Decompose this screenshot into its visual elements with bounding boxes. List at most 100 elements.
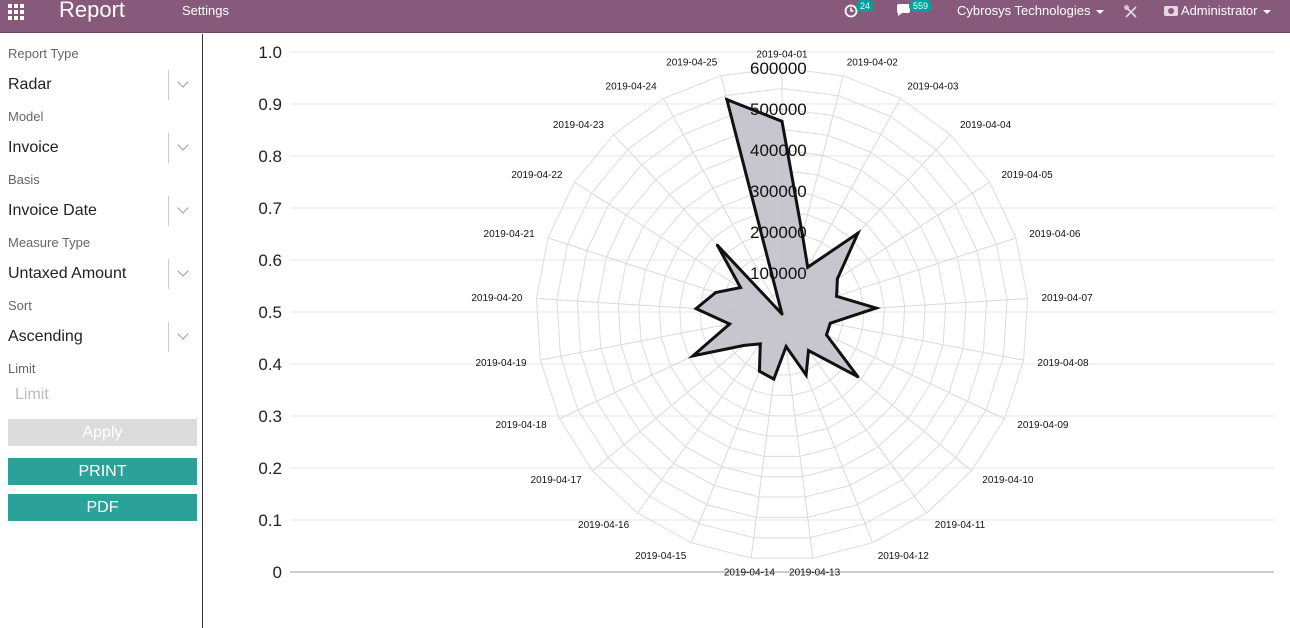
- radar-data-point: [757, 369, 761, 373]
- radial-tick-label: 200000: [750, 223, 807, 242]
- radar-data-point: [780, 312, 784, 316]
- category-label: 2019-04-08: [1037, 358, 1089, 369]
- app-brand-title[interactable]: Report: [59, 0, 125, 23]
- category-label: 2019-04-05: [1002, 170, 1054, 181]
- radar-data-point: [728, 322, 732, 326]
- user-menu[interactable]: Administrator: [1164, 3, 1284, 25]
- company-switcher[interactable]: Cybrosys Technologies: [957, 3, 1117, 25]
- measure-type-select[interactable]: Untaxed Amount: [8, 259, 195, 289]
- radar-data-point: [874, 306, 878, 310]
- apps-grid-icon[interactable]: [8, 4, 26, 20]
- category-label: 2019-04-09: [1017, 420, 1069, 431]
- sort-value: Ascending: [8, 328, 83, 345]
- activity-count-badge: 24: [856, 0, 875, 12]
- activity-button[interactable]: 24: [842, 0, 878, 22]
- category-label: 2019-04-15: [635, 551, 687, 562]
- radar-chart-svg: 0 0.1 0.2 0.3 0.4 0.5 0.6 0.7 0.8 0.9 1.0 100000 200…: [258, 43, 1274, 582]
- radar-data-point: [804, 373, 808, 377]
- category-label: 2019-04-14: [724, 567, 776, 578]
- select-divider: [168, 322, 169, 352]
- category-label: 2019-04-06: [1029, 229, 1081, 240]
- radar-data-point: [828, 321, 832, 325]
- radar-data-point: [694, 307, 698, 311]
- sort-select[interactable]: Ascending: [8, 322, 195, 352]
- chevron-down-icon: [1096, 9, 1105, 14]
- messages-button[interactable]: 559: [895, 0, 941, 22]
- radar-data-point: [714, 291, 718, 294]
- radar-data-point: [825, 333, 828, 337]
- radar-data-point: [758, 342, 762, 346]
- category-label: 2019-04-22: [511, 170, 563, 181]
- sort-label: Sort: [8, 298, 32, 313]
- category-label: 2019-04-03: [907, 82, 959, 93]
- category-label: 2019-04-01: [756, 50, 808, 61]
- category-label: 2019-04-24: [606, 82, 658, 93]
- radar-data-point: [739, 286, 742, 290]
- radar-data-point: [715, 243, 719, 247]
- report-type-label: Report Type: [8, 46, 79, 61]
- y-tick-label: 0.3: [258, 407, 282, 426]
- radar-data-point: [784, 345, 788, 348]
- category-label: 2019-04-25: [666, 58, 718, 69]
- select-divider: [168, 133, 169, 163]
- radial-tick-label: 500000: [750, 100, 807, 119]
- category-label: 2019-04-04: [960, 120, 1012, 131]
- category-label: 2019-04-02: [847, 58, 899, 69]
- print-button[interactable]: PRINT: [8, 458, 197, 485]
- radial-tick-label: 600000: [750, 59, 807, 78]
- basis-select[interactable]: Invoice Date: [8, 196, 195, 226]
- select-divider: [168, 70, 169, 100]
- measure-type-label: Measure Type: [8, 235, 91, 250]
- radar-data-point: [856, 231, 860, 235]
- radar-data-point: [742, 343, 746, 347]
- radar-data-point: [807, 349, 810, 352]
- chevron-down-icon: [177, 265, 189, 277]
- radar-data-point: [772, 377, 776, 381]
- category-label: 2019-04-21: [484, 229, 536, 240]
- y-tick-label: 0.5: [258, 303, 282, 322]
- report-type-value: Radar: [8, 76, 52, 93]
- category-label: 2019-04-10: [982, 475, 1034, 486]
- apply-button[interactable]: Apply: [8, 419, 197, 446]
- chevron-down-icon: [1263, 9, 1272, 14]
- category-label: 2019-04-19: [475, 358, 527, 369]
- model-label: Model: [8, 109, 44, 124]
- messages-count-badge: 559: [909, 0, 933, 12]
- radar-data-point: [691, 354, 695, 358]
- category-label: 2019-04-12: [878, 551, 930, 562]
- model-select[interactable]: Invoice: [8, 133, 195, 163]
- limit-label: Limit: [8, 361, 36, 376]
- model-value: Invoice: [8, 139, 59, 156]
- report-settings-sidebar: Report Type Radar Model Invoice Basis In…: [0, 34, 203, 628]
- measure-type-value: Untaxed Amount: [8, 265, 127, 282]
- select-divider: [168, 259, 169, 289]
- debug-tools-button[interactable]: [1124, 5, 1140, 27]
- select-divider: [168, 196, 169, 226]
- report-type-select[interactable]: Radar: [8, 70, 195, 100]
- radar-data-point: [725, 98, 729, 102]
- category-label: 2019-04-13: [789, 567, 841, 578]
- menu-settings[interactable]: Settings: [182, 3, 229, 18]
- pdf-button[interactable]: PDF: [8, 494, 197, 521]
- basis-value: Invoice Date: [8, 202, 97, 219]
- chevron-down-icon: [177, 139, 189, 151]
- category-label: 2019-04-07: [1042, 293, 1094, 304]
- radial-tick-label: 400000: [750, 141, 807, 160]
- y-tick-label: 0.1: [258, 511, 282, 530]
- chevron-down-icon: [177, 76, 189, 88]
- radial-tick-label: 300000: [750, 182, 807, 201]
- category-label: 2019-04-20: [471, 293, 523, 304]
- radar-data-point: [780, 119, 784, 123]
- category-label: 2019-04-18: [496, 420, 548, 431]
- radar-data-point: [835, 277, 839, 281]
- basis-label: Basis: [8, 172, 40, 187]
- radar-data-point: [835, 294, 839, 298]
- radar-data-point: [856, 375, 860, 379]
- radial-tick-label: 100000: [750, 264, 807, 283]
- debug-tools-icon: [1124, 5, 1137, 18]
- y-tick-label: 0.6: [258, 251, 282, 270]
- limit-input[interactable]: [8, 382, 195, 408]
- user-name: Administrator: [1180, 3, 1258, 18]
- y-tick-label: 0.9: [258, 95, 282, 114]
- y-tick-label: 0.8: [258, 147, 282, 166]
